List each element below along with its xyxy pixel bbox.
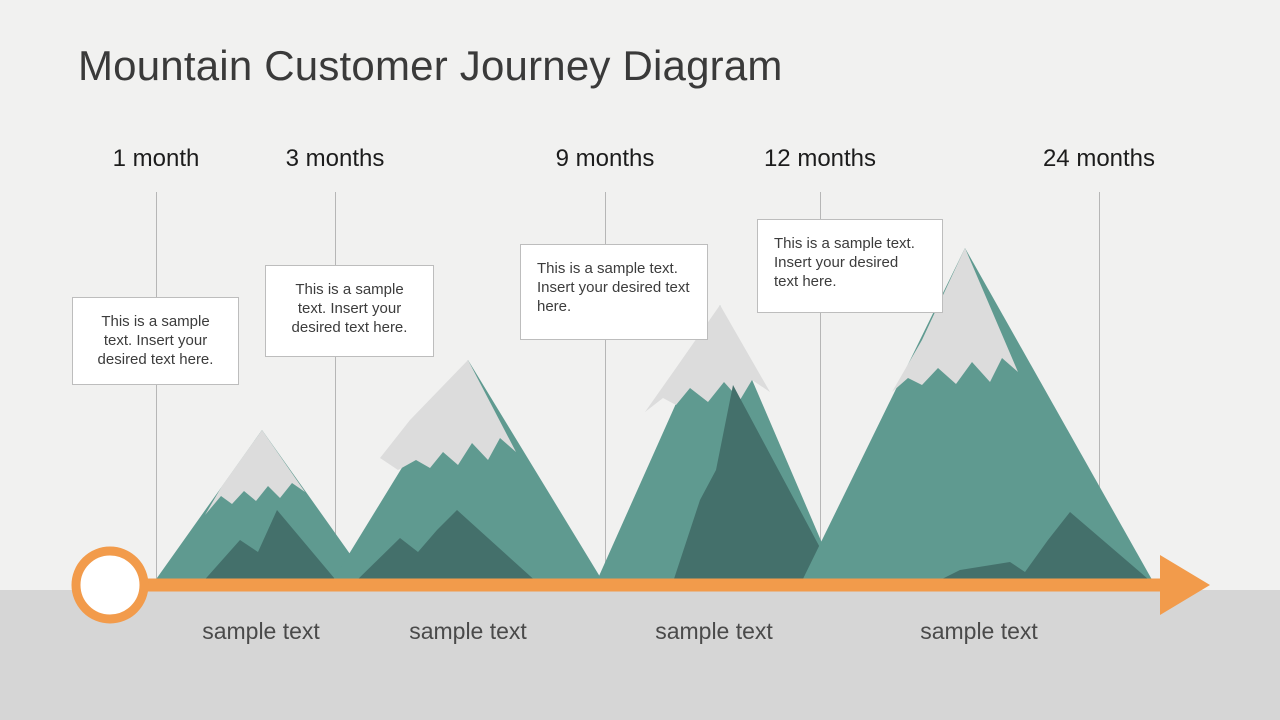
stage-label-1: sample text [202, 618, 320, 644]
mountain-3 [595, 305, 840, 585]
stage-label-2: sample text [409, 618, 527, 644]
callout-box-4[interactable]: This is a sample text. Insert your desir… [757, 219, 943, 313]
callout-box-1[interactable]: This is a sample text. Insert your desir… [72, 297, 239, 385]
callout-box-2[interactable]: This is a sample text. Insert your desir… [265, 265, 434, 357]
stage-label-4: sample text [920, 618, 1038, 644]
mountain-1 [152, 430, 372, 585]
mountain-2 [330, 360, 605, 585]
callout-box-3[interactable]: This is a sample text. Insert your desir… [520, 244, 708, 340]
stage-label-3: sample text [655, 618, 773, 644]
slide-canvas: Mountain Customer Journey Diagram 1 mont… [0, 0, 1280, 720]
